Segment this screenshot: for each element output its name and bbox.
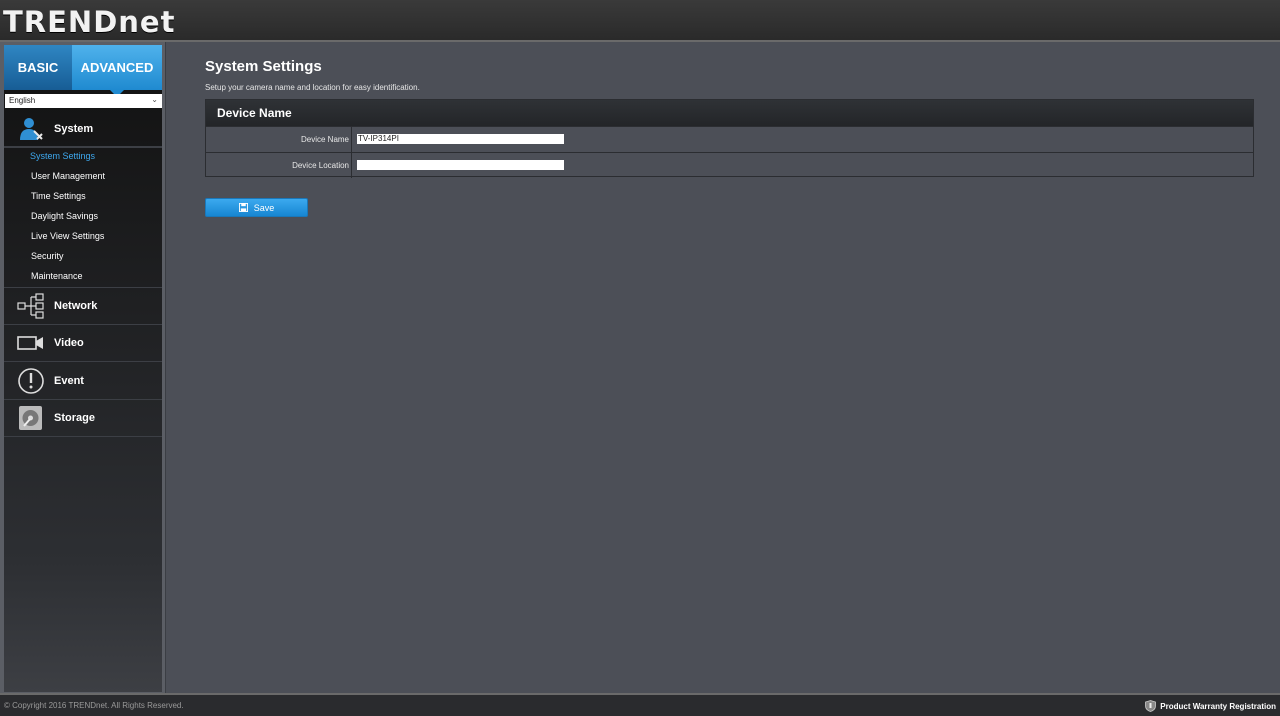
form-row-device-name: Device Name <box>206 126 1253 152</box>
video-camera-icon <box>16 330 46 356</box>
device-name-input[interactable] <box>357 134 564 144</box>
divider <box>4 147 162 148</box>
footer: © Copyright 2016 TRENDnet. All Rights Re… <box>0 693 1280 716</box>
sidebar-item-system-settings[interactable]: System Settings <box>30 151 95 161</box>
tab-advanced[interactable]: ADVANCED <box>72 45 162 97</box>
form-row-device-location: Device Location <box>206 152 1253 178</box>
copyright-text: © Copyright 2016 TRENDnet. All Rights Re… <box>4 701 184 710</box>
nav-storage-label: Storage <box>54 412 95 424</box>
device-name-panel: Device Name Device Name Device Location <box>205 99 1254 178</box>
mode-tabs: BASIC ADVANCED <box>4 45 162 97</box>
warranty-label: Product Warranty Registration <box>1160 701 1276 711</box>
tab-basic[interactable]: BASIC <box>4 45 72 90</box>
sidebar-item-daylight-savings[interactable]: Daylight Savings <box>31 211 98 221</box>
shield-icon <box>1145 700 1157 712</box>
panel-title: Device Name <box>206 100 1253 126</box>
nav-video-label: Video <box>54 337 84 349</box>
warranty-registration-link[interactable]: Product Warranty Registration <box>1145 700 1276 712</box>
nav-network-label: Network <box>54 300 98 312</box>
sidebar-item-user-management[interactable]: User Management <box>31 171 105 181</box>
save-disk-icon <box>238 203 248 212</box>
save-button-label: Save <box>253 202 275 213</box>
storage-icon <box>16 405 46 431</box>
device-location-label: Device Location <box>206 153 352 178</box>
device-name-label: Device Name <box>206 127 352 152</box>
device-location-input[interactable] <box>357 160 564 170</box>
page-description: Setup your camera name and location for … <box>205 83 420 92</box>
nav-network[interactable]: Network <box>4 287 162 325</box>
sidebar-item-live-view-settings[interactable]: Live View Settings <box>31 231 104 241</box>
sidebar-item-security[interactable]: Security <box>31 251 64 261</box>
language-value: English <box>9 96 36 105</box>
main-content: System Settings Setup your camera name a… <box>166 42 1280 693</box>
sidebar-frame: BASIC ADVANCED English ⌄ System System S… <box>0 42 166 693</box>
page-title: System Settings <box>205 58 322 75</box>
sidebar: BASIC ADVANCED English ⌄ System System S… <box>4 45 162 692</box>
nav-system[interactable]: System <box>4 111 162 147</box>
top-header: TRENDnet <box>0 0 1280 42</box>
nav-video[interactable]: Video <box>4 325 162 362</box>
user-settings-icon <box>16 116 46 142</box>
nav-storage[interactable]: Storage <box>4 400 162 437</box>
trendnet-logo[interactable]: TRENDnet <box>3 5 175 39</box>
network-icon <box>16 293 46 319</box>
chevron-down-icon: ⌄ <box>151 95 158 104</box>
alert-icon <box>16 367 46 394</box>
sidebar-item-maintenance[interactable]: Maintenance <box>31 271 83 281</box>
sidebar-item-time-settings[interactable]: Time Settings <box>31 191 86 201</box>
nav-event[interactable]: Event <box>4 362 162 400</box>
save-button[interactable]: Save <box>205 198 308 217</box>
nav-system-label: System <box>54 122 94 135</box>
language-select[interactable]: English ⌄ <box>5 94 162 108</box>
nav-event-label: Event <box>54 374 84 387</box>
